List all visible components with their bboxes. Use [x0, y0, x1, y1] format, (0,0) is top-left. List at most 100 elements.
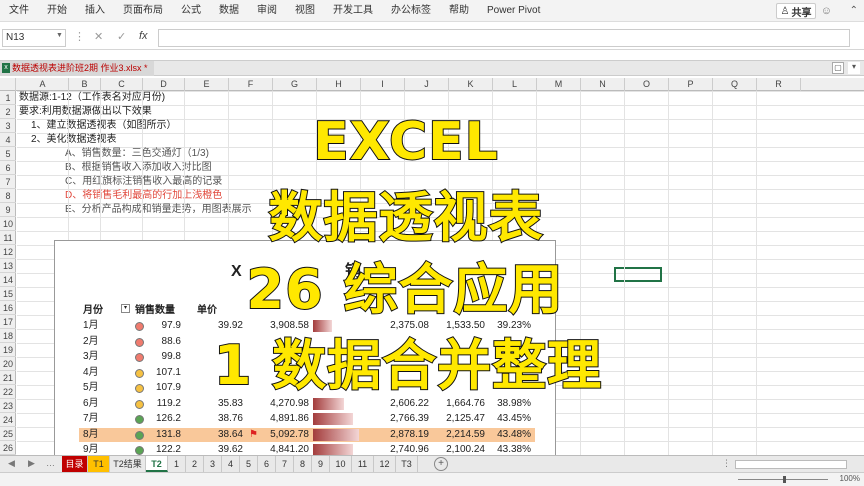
row-header[interactable]: 2 [0, 105, 16, 119]
menu-item[interactable]: Power Pivot [478, 0, 549, 22]
enter-check-icon[interactable]: ✓ [117, 30, 126, 43]
row-header[interactable]: 3 [0, 119, 16, 133]
menu-item[interactable]: 数据 [210, 0, 248, 22]
column-header[interactable]: A [17, 78, 69, 91]
row-header[interactable]: 20 [0, 357, 16, 371]
cancel-icon[interactable]: ✕ [94, 30, 103, 43]
price-cell: 38.76 [217, 413, 243, 424]
column-header[interactable]: N [581, 78, 625, 91]
sheet-tab[interactable]: 2 [186, 456, 204, 472]
row-header[interactable]: 17 [0, 315, 16, 329]
menu-item[interactable]: 插入 [76, 0, 114, 22]
sheet-tab[interactable]: T2结果 [110, 456, 146, 472]
menu-item[interactable]: 帮助 [440, 0, 478, 22]
column-header[interactable]: G [273, 78, 317, 91]
row-header[interactable]: 4 [0, 133, 16, 147]
smile-icon[interactable]: ☺ [821, 5, 832, 17]
select-all-corner[interactable] [0, 78, 16, 91]
sheet-tab[interactable]: T1 [88, 456, 110, 472]
row-header[interactable]: 6 [0, 161, 16, 175]
more-options-icon[interactable]: ⋮ [74, 30, 85, 43]
menu-item[interactable]: 页面布局 [114, 0, 172, 22]
qty-cell: 88.6 [161, 335, 181, 347]
row-header[interactable]: 8 [0, 189, 16, 203]
row-header[interactable]: 19 [0, 343, 16, 357]
menu-item[interactable]: 开发工具 [324, 0, 382, 22]
sheet-tab[interactable]: 6 [258, 456, 276, 472]
row-header[interactable]: 1 [0, 91, 16, 105]
column-header[interactable]: D [143, 78, 185, 91]
row-header[interactable]: 25 [0, 427, 16, 441]
sheet-tab[interactable]: 12 [374, 456, 396, 472]
qty-cell: 126.2 [155, 413, 181, 424]
add-sheet-icon[interactable]: + [434, 457, 448, 471]
menu-item[interactable]: 开始 [38, 0, 76, 22]
filter-dropdown-icon[interactable]: ▾ [121, 304, 130, 313]
horizontal-scrollbar[interactable] [735, 460, 847, 469]
column-header[interactable]: R [757, 78, 801, 91]
selected-cell[interactable] [614, 267, 662, 282]
sheet-tab[interactable]: 3 [204, 456, 222, 472]
row-header[interactable]: 14 [0, 273, 16, 287]
prev-sheet-icon[interactable]: ◀ [8, 458, 15, 469]
more-sheets-icon[interactable]: … [46, 458, 55, 468]
sheet-tab[interactable]: 8 [294, 456, 312, 472]
margin-cell: 38.98% [497, 397, 531, 409]
sheet-tab[interactable]: 5 [240, 456, 258, 472]
row-header[interactable]: 13 [0, 259, 16, 273]
sheet-tab[interactable]: 4 [222, 456, 240, 472]
sheet-tab[interactable]: 10 [330, 456, 352, 472]
row-header[interactable]: 23 [0, 399, 16, 413]
instruction-line: 1、建立数据透视表（如图所示） [31, 120, 177, 131]
menu-item[interactable]: 公式 [172, 0, 210, 22]
column-header[interactable]: L [493, 78, 537, 91]
row-header[interactable]: 9 [0, 203, 16, 217]
menu-item[interactable]: 视图 [286, 0, 324, 22]
column-header[interactable]: E [185, 78, 229, 91]
menu-item[interactable]: 文件 [0, 0, 38, 22]
sheet-tab[interactable]: 11 [352, 456, 374, 472]
share-button[interactable]: ♙ 共享 [776, 3, 816, 19]
column-header[interactable]: B [69, 78, 101, 91]
sheet-tab[interactable]: 9 [312, 456, 330, 472]
row-header[interactable]: 10 [0, 217, 16, 231]
sheet-tab[interactable]: 7 [276, 456, 294, 472]
chevron-down-icon[interactable]: ▼ [56, 32, 63, 39]
column-header[interactable]: H [317, 78, 361, 91]
sheet-tab[interactable]: T3 [396, 456, 418, 472]
column-header[interactable]: Q [713, 78, 757, 91]
column-header[interactable]: I [361, 78, 405, 91]
column-header[interactable]: M [537, 78, 581, 91]
menu-item[interactable]: 办公标签 [382, 0, 440, 22]
row-header[interactable]: 21 [0, 371, 16, 385]
row-header[interactable]: 7 [0, 175, 16, 189]
sheet-tab[interactable]: T2 [146, 456, 168, 472]
next-sheet-icon[interactable]: ▶ [28, 458, 35, 469]
column-header[interactable]: O [625, 78, 669, 91]
workbook-tab[interactable]: x 数据透视表进阶班2期 作业3.xlsx * [0, 61, 154, 76]
row-header[interactable]: 22 [0, 385, 16, 399]
column-header[interactable]: C [101, 78, 143, 91]
column-header[interactable]: F [229, 78, 273, 91]
column-header[interactable]: P [669, 78, 713, 91]
sheet-tab[interactable]: 1 [168, 456, 186, 472]
formula-input[interactable] [158, 29, 850, 47]
menu-item[interactable]: 审阅 [248, 0, 286, 22]
row-header[interactable]: 11 [0, 231, 16, 245]
collapse-ribbon-icon[interactable]: ⌃ [850, 5, 858, 16]
row-header[interactable]: 18 [0, 329, 16, 343]
insert-function-icon[interactable]: fx [139, 30, 148, 42]
new-document-icon[interactable]: ▢ [832, 62, 844, 74]
row-header[interactable]: 15 [0, 287, 16, 301]
chevron-down-icon[interactable]: ▾ [848, 62, 860, 74]
more-options-icon[interactable]: ⋮ [722, 458, 731, 469]
sheet-tab[interactable]: 目录 [62, 456, 88, 472]
zoom-slider-thumb[interactable] [783, 476, 786, 483]
column-header[interactable]: K [449, 78, 493, 91]
row-header[interactable]: 24 [0, 413, 16, 427]
row-header[interactable]: 5 [0, 147, 16, 161]
row-header[interactable]: 16 [0, 301, 16, 315]
column-header[interactable]: J [405, 78, 449, 91]
row-header[interactable]: 26 [0, 441, 16, 455]
row-header[interactable]: 12 [0, 245, 16, 259]
